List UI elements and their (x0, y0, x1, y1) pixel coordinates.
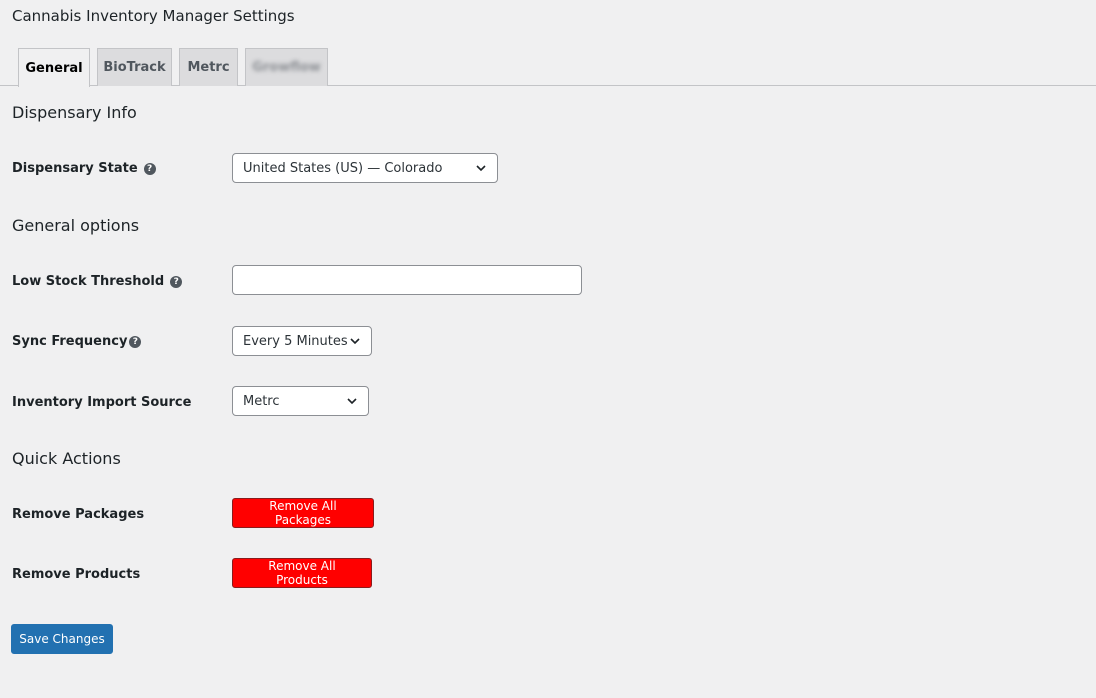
page-title: Cannabis Inventory Manager Settings (12, 7, 295, 25)
remove-products-label-text: Remove Products (12, 567, 141, 582)
settings-tabs: General BioTrack Metrc Growflow (0, 48, 1096, 87)
tab-metrc[interactable]: Metrc (179, 48, 238, 86)
remove-packages-label: Remove Packages (12, 506, 144, 524)
section-title-dispensary-info: Dispensary Info (12, 103, 137, 122)
remove-all-products-button[interactable]: Remove All Products (232, 558, 372, 588)
question-circle-icon[interactable]: ? (129, 336, 142, 348)
sync-frequency-value: Every 5 Minutes (243, 333, 348, 349)
low-stock-threshold-label-text: Low Stock Threshold (12, 274, 165, 289)
chevron-down-icon (347, 398, 357, 405)
tab-growflow[interactable]: Growflow (245, 48, 328, 86)
remove-packages-label-text: Remove Packages (12, 507, 145, 522)
tab-general[interactable]: General (18, 48, 90, 87)
tab-biotrack[interactable]: BioTrack (97, 48, 172, 86)
question-circle-icon[interactable]: ? (143, 163, 156, 175)
save-changes-button[interactable]: Save Changes (11, 624, 113, 654)
question-circle-icon[interactable]: ? (170, 276, 183, 288)
remove-all-packages-button[interactable]: Remove All Packages (232, 498, 374, 528)
low-stock-threshold-label: Low Stock Threshold ? (12, 273, 183, 291)
tab-biotrack-label: BioTrack (103, 60, 166, 75)
inventory-import-source-value: Metrc (243, 393, 280, 409)
tab-metrc-label: Metrc (187, 60, 230, 75)
sync-frequency-select[interactable]: Every 5 Minutes (232, 326, 372, 356)
dispensary-state-label: Dispensary State ? (12, 160, 156, 178)
chevron-down-icon (350, 338, 360, 345)
inventory-import-source-select[interactable]: Metrc (232, 386, 369, 416)
section-title-quick-actions: Quick Actions (12, 449, 121, 468)
inventory-import-source-label: Inventory Import Source (12, 394, 191, 412)
dispensary-state-label-text: Dispensary State (12, 161, 138, 176)
sync-frequency-label: Sync Frequency ? (12, 333, 142, 351)
sync-frequency-label-text: Sync Frequency (12, 334, 128, 349)
dispensary-state-select[interactable]: United States (US) — Colorado (232, 153, 498, 183)
low-stock-threshold-input[interactable] (232, 265, 582, 295)
inventory-import-source-label-text: Inventory Import Source (12, 395, 192, 410)
tab-general-label: General (25, 60, 83, 76)
tab-growflow-label: Growflow (252, 60, 321, 75)
chevron-down-icon (476, 165, 486, 172)
dispensary-state-value: United States (US) — Colorado (243, 160, 443, 176)
remove-products-label: Remove Products (12, 566, 140, 584)
section-title-general-options: General options (12, 216, 140, 235)
